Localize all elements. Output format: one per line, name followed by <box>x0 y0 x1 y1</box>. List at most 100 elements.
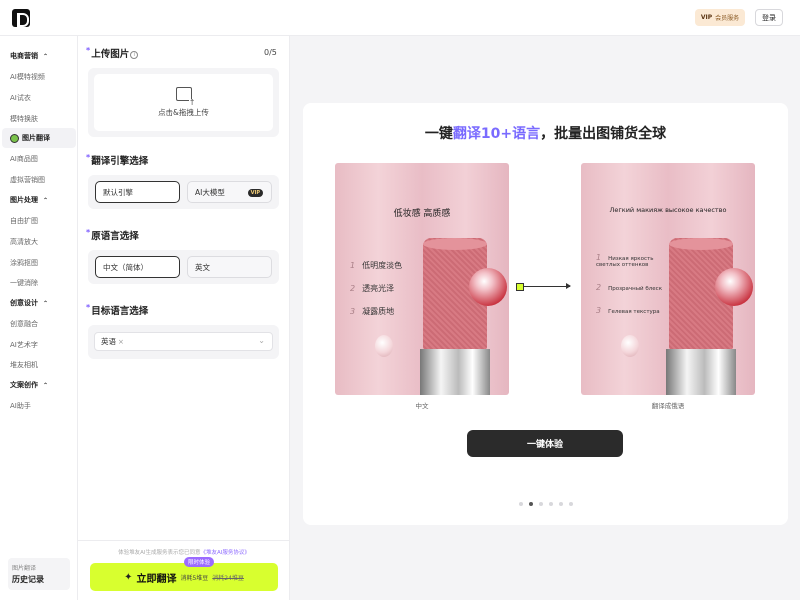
upload-image-icon <box>175 87 196 107</box>
sidebar-group-ecommerce[interactable]: 电商营销 ⌃ <box>10 51 48 61</box>
example-image-chinese: 低妆感 高质感 1 低明度淡色 2 透亮光泽 3 凝露质地 <box>335 163 509 395</box>
section-title-text: 目标语言选择 <box>91 306 149 317</box>
chevron-up-icon: ⌃ <box>43 300 49 307</box>
sidebar-group-label: 图片处理 <box>10 196 38 204</box>
carousel-dot[interactable] <box>548 502 553 506</box>
sidebar-item-image-translate[interactable]: 图片翻译 <box>2 128 76 148</box>
sidebar-item-label: 图片翻译 <box>22 134 50 142</box>
login-button[interactable]: 登录 <box>755 9 783 26</box>
feature-text: Прозрачный блеск <box>608 286 663 292</box>
sidebar-item-ai-tryon[interactable]: AI试衣 <box>10 93 31 103</box>
carousel-dot[interactable] <box>568 502 573 506</box>
engine-options: 默认引擎 AI大模型 VIP <box>88 175 279 209</box>
sidebar-item-hd-upscale[interactable]: 高清放大 <box>10 237 38 247</box>
sidebar-group-label: 文案创作 <box>10 381 38 389</box>
agreement-link[interactable]: 《堆友AI服务协议》 <box>201 550 250 556</box>
carousel-dots <box>303 502 788 506</box>
vip-tag: VIP <box>247 189 263 197</box>
sidebar: 电商营销 ⌃ AI模特视频 AI试衣 模特换肤 图片翻译 AI商品图 虚拟营销图 … <box>0 36 78 600</box>
red-bead-graphic <box>715 268 753 306</box>
image-caption-chinese: 中文 <box>415 402 429 410</box>
sidebar-group-creative-design[interactable]: 创意设计 ⌃ <box>10 298 48 308</box>
droplet-graphic <box>621 335 639 357</box>
target-language-select[interactable]: 英语 × ⌄ <box>94 332 273 351</box>
sidebar-item-doodle-cutout[interactable]: 涂鸦抠图 <box>10 258 38 268</box>
history-context: 图片翻译 <box>12 565 37 572</box>
image-headline: 低妆感 高质感 <box>393 209 451 219</box>
example-image-russian: Легкий макияж высокое качество 1 Низкая я… <box>581 163 755 395</box>
feature-number: 3 <box>596 306 602 315</box>
vip-service-button[interactable]: VIP 会员服务 <box>695 9 745 26</box>
remove-tag-icon[interactable]: × <box>118 338 124 346</box>
sidebar-item-model-skin[interactable]: 模特换肤 <box>10 114 38 124</box>
feature-text: 透亮光泽 <box>362 284 395 293</box>
history-button[interactable]: 图片翻译 历史记录 <box>8 558 70 590</box>
red-bead-graphic <box>469 268 507 306</box>
sidebar-item-ai-art-text[interactable]: AI艺术字 <box>10 340 38 350</box>
feature-line: 1 Низкая яркость светлых оттенков <box>596 253 664 269</box>
sidebar-item-ai-product-image[interactable]: AI商品图 <box>10 154 38 164</box>
image-caption-russian: 翻译成俄语 <box>651 402 685 410</box>
engine-option-ai-model[interactable]: AI大模型 VIP <box>187 181 272 203</box>
arrow-right-icon <box>516 283 571 291</box>
sparkle-icon: ✦ <box>124 571 133 583</box>
target-language-tag: 英语 <box>101 337 116 346</box>
showcase-card: 一键翻译10+语言，批量出图铺货全球 低妆感 高质感 1 低明度淡色 2 透亮光泽 … <box>303 103 788 525</box>
target-language-wrapper: 英语 × ⌄ <box>88 325 279 359</box>
sidebar-item-creative-fusion[interactable]: 创意融合 <box>10 319 38 329</box>
target-section-title: *目标语言选择 <box>86 303 149 317</box>
chevron-up-icon: ⌃ <box>43 53 49 60</box>
try-now-button[interactable]: 一键体验 <box>467 430 623 457</box>
section-title-text: 翻译引擎选择 <box>91 156 149 167</box>
sidebar-item-ai-model-video[interactable]: AI模特视频 <box>10 72 45 82</box>
sidebar-group-copywriting[interactable]: 文案创作 ⌃ <box>10 380 48 390</box>
feature-number: 1 <box>596 253 602 262</box>
upload-dropzone[interactable]: 点击&拖拽上传 <box>94 74 273 131</box>
sidebar-item-ai-assistant[interactable]: AI助手 <box>10 401 31 411</box>
section-title-text: 上传图片 <box>91 49 130 60</box>
title-prefix: 一键 <box>424 126 453 142</box>
carousel-dot[interactable] <box>528 502 533 506</box>
engine-option-label: AI大模型 <box>195 187 225 197</box>
history-label: 历史记录 <box>12 575 44 584</box>
settings-panel: *上传图片i 0/5 点击&拖拽上传 *翻译引擎选择 默认引擎 AI大模型 VIP… <box>78 36 290 600</box>
feature-line: 2 透亮光泽 <box>350 283 394 294</box>
feature-number: 2 <box>350 284 356 293</box>
translate-cost: 消耗5堆豆 <box>180 574 209 582</box>
carousel-dot[interactable] <box>538 502 543 506</box>
upload-area-wrapper: 点击&拖拽上传 <box>88 68 279 137</box>
vip-badge: VIP <box>700 14 713 21</box>
feature-number: 2 <box>596 283 602 292</box>
carousel-dot[interactable] <box>518 502 523 506</box>
sidebar-item-one-click-erase[interactable]: 一键消除 <box>10 278 38 288</box>
agreement-text: 体验堆友AI生成服务表示您已同意《堆友AI服务协议》 <box>78 548 290 556</box>
sidebar-group-image-processing[interactable]: 图片处理 ⌃ <box>10 195 48 205</box>
carousel-dot[interactable] <box>558 502 563 506</box>
limited-time-badge: 限时体验 <box>184 557 215 567</box>
lipstick-case-graphic <box>666 349 736 395</box>
title-highlight: 翻译10+语言 <box>452 126 541 142</box>
source-option-english[interactable]: 英文 <box>187 256 272 278</box>
sidebar-item-duiyou-camera[interactable]: 堆友相机 <box>10 360 38 370</box>
translate-icon <box>10 133 19 143</box>
vip-label: 会员服务 <box>715 15 740 22</box>
source-language-options: 中文（简体） 英文 <box>88 250 279 284</box>
droplet-graphic <box>375 335 393 357</box>
title-suffix: ，批量出图铺货全球 <box>540 126 667 142</box>
engine-section-title: *翻译引擎选择 <box>86 153 149 167</box>
agreement-prefix: 体验堆友AI生成服务表示您已同意 <box>118 550 201 556</box>
logo-icon[interactable] <box>12 9 30 27</box>
upload-hint: 点击&拖拽上传 <box>158 108 209 117</box>
translate-old-cost: 消耗24堆豆 <box>212 574 244 582</box>
section-title-text: 原语言选择 <box>91 231 139 242</box>
feature-number: 1 <box>350 261 356 270</box>
info-icon[interactable]: i <box>130 50 139 59</box>
translate-button[interactable]: ✦ 立即翻译 消耗5堆豆 消耗24堆豆 <box>90 563 278 591</box>
sidebar-item-free-expand[interactable]: 自由扩图 <box>10 216 38 226</box>
chevron-up-icon: ⌃ <box>43 197 49 204</box>
feature-line: 3 Гелевая текстура <box>596 306 660 316</box>
source-option-chinese[interactable]: 中文（简体） <box>95 256 180 278</box>
feature-line: 2 Прозрачный блеск <box>596 283 663 293</box>
engine-option-default[interactable]: 默认引擎 <box>95 181 180 203</box>
sidebar-item-virtual-marketing[interactable]: 虚拟营销图 <box>10 175 45 185</box>
